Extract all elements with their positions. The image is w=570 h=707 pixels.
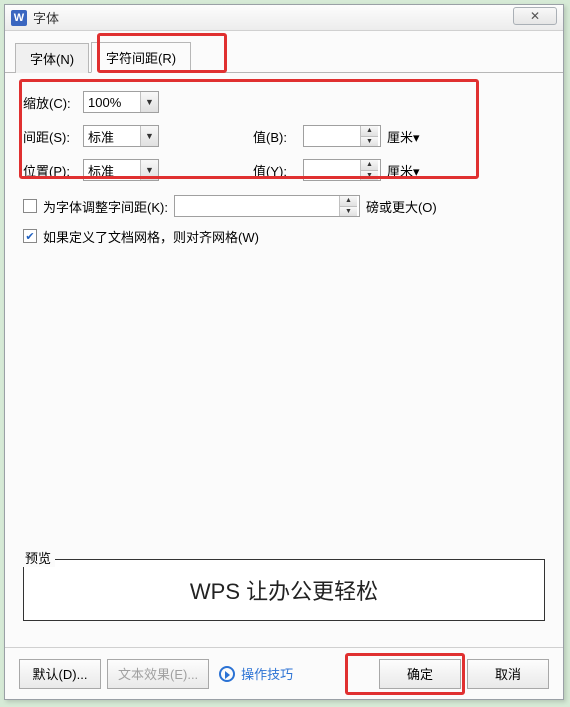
spacing-value-input[interactable]: ▲ ▼	[303, 125, 381, 147]
tab-char-spacing[interactable]: 字符间距(R)	[91, 42, 191, 73]
content-area: 缩放(C): 100% ▼ 间距(S): 标准 ▼ 值(B): ▲ ▼ 厘米▾	[5, 73, 563, 251]
row-snapgrid: 如果定义了文档网格，则对齐网格(W)	[23, 221, 545, 251]
window-title: 字体	[33, 8, 59, 27]
tab-strip: 字体(N) 字符间距(R)	[5, 31, 563, 73]
position-value-label: 值(Y):	[253, 161, 303, 180]
spinner-buttons[interactable]: ▲ ▼	[360, 160, 378, 180]
spin-up-icon[interactable]: ▲	[340, 196, 357, 207]
kerning-unit: 磅或更大(O)	[366, 197, 437, 216]
row-scale: 缩放(C): 100% ▼	[23, 85, 545, 119]
snapgrid-label: 如果定义了文档网格，则对齐网格(W)	[43, 227, 259, 246]
spin-down-icon[interactable]: ▼	[361, 171, 378, 181]
preview-section: 预览 WPS 让办公更轻松	[23, 548, 545, 621]
tab-font[interactable]: 字体(N)	[15, 43, 89, 73]
caret-down-icon: ▼	[140, 126, 158, 146]
snapgrid-checkbox[interactable]	[23, 229, 37, 243]
ok-button[interactable]: 确定	[379, 659, 461, 689]
row-kerning: 为字体调整字间距(K): ▲ ▼ 磅或更大(O)	[23, 191, 545, 221]
kerning-input[interactable]: ▲ ▼	[174, 195, 360, 217]
spin-down-icon[interactable]: ▼	[361, 137, 378, 147]
row-position: 位置(P): 标准 ▼ 值(Y): ▲ ▼ 厘米▾	[23, 153, 545, 187]
caret-down-icon: ▼	[140, 92, 158, 112]
spinner-buttons[interactable]: ▲ ▼	[360, 126, 378, 146]
spin-up-icon[interactable]: ▲	[361, 126, 378, 137]
spinner-buttons[interactable]: ▲ ▼	[339, 196, 357, 216]
position-label: 位置(P):	[23, 161, 83, 180]
position-value-input[interactable]: ▲ ▼	[303, 159, 381, 181]
font-dialog: W 字体 ✕ 字体(N) 字符间距(R) 缩放(C): 100% ▼ 间距(S)…	[4, 4, 564, 700]
spacing-label: 间距(S):	[23, 127, 83, 146]
app-icon: W	[11, 10, 27, 26]
spin-down-icon[interactable]: ▼	[340, 207, 357, 217]
position-unit[interactable]: 厘米▾	[387, 161, 420, 180]
play-circle-icon	[219, 666, 235, 682]
close-button[interactable]: ✕	[513, 7, 557, 25]
position-combo[interactable]: 标准 ▼	[83, 159, 159, 181]
scale-combo[interactable]: 100% ▼	[83, 91, 159, 113]
spin-up-icon[interactable]: ▲	[361, 160, 378, 171]
spacing-value-field[interactable]	[304, 127, 360, 145]
spacing-value: 标准	[88, 127, 114, 146]
row-spacing: 间距(S): 标准 ▼ 值(B): ▲ ▼ 厘米▾	[23, 119, 545, 153]
position-value: 标准	[88, 161, 114, 180]
kerning-checkbox[interactable]	[23, 199, 37, 213]
footer: 默认(D)... 文本效果(E)... 操作技巧 确定 取消	[5, 647, 563, 699]
preview-box: WPS 让办公更轻松	[23, 559, 545, 621]
spacing-value-label: 值(B):	[253, 127, 303, 146]
caret-down-icon: ▼	[140, 160, 158, 180]
cancel-button[interactable]: 取消	[467, 659, 549, 689]
text-effect-button[interactable]: 文本效果(E)...	[107, 659, 209, 689]
kerning-field[interactable]	[175, 197, 339, 215]
default-button[interactable]: 默认(D)...	[19, 659, 101, 689]
spacing-combo[interactable]: 标准 ▼	[83, 125, 159, 147]
position-value-field[interactable]	[304, 161, 360, 179]
titlebar: W 字体 ✕	[5, 5, 563, 31]
scale-value: 100%	[88, 95, 121, 110]
scale-label: 缩放(C):	[23, 93, 83, 112]
kerning-label: 为字体调整字间距(K):	[43, 197, 168, 216]
help-link[interactable]: 操作技巧	[219, 664, 293, 683]
preview-label: 预览	[21, 548, 55, 567]
spacing-unit[interactable]: 厘米▾	[387, 127, 420, 146]
preview-text: WPS 让办公更轻松	[190, 574, 378, 606]
help-label: 操作技巧	[241, 664, 293, 683]
